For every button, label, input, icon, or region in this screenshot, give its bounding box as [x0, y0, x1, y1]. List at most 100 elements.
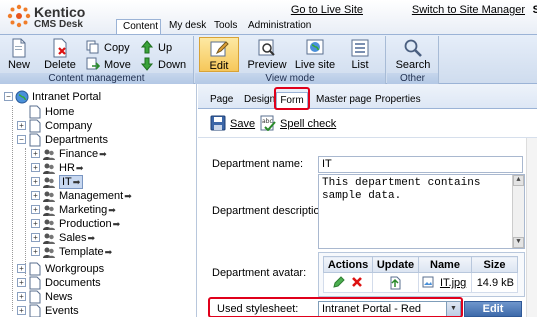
- tab-content[interactable]: Content: [116, 19, 161, 35]
- expand-icon[interactable]: +: [31, 163, 40, 172]
- logo-product: CMS Desk: [34, 19, 83, 30]
- edit-view-label: Edit: [209, 60, 229, 72]
- list-label: List: [351, 59, 369, 71]
- linked-arrow-icon: ➡: [104, 247, 113, 257]
- expand-icon[interactable]: +: [31, 219, 40, 228]
- tree-node-label: Sales➡: [59, 232, 96, 244]
- live-site-button[interactable]: Live site: [293, 37, 337, 72]
- page-icon: [29, 105, 41, 119]
- delete-label: Delete: [44, 59, 76, 71]
- copy-button[interactable]: Copy: [86, 40, 130, 56]
- edit-stylesheet-button[interactable]: Edit: [464, 301, 522, 317]
- copy-icon: [86, 40, 99, 54]
- ribbon-group-other: Search Other: [387, 36, 439, 84]
- up-label: Up: [158, 42, 173, 54]
- users-icon: [43, 205, 55, 216]
- ribbon-group-view-mode: Edit Preview Live site List View mode: [195, 36, 386, 84]
- file-name-link[interactable]: IT.jpg: [440, 277, 466, 289]
- tab-my-desk[interactable]: My desk: [163, 19, 212, 34]
- department-description-label: Department description:: [212, 205, 329, 217]
- list-button[interactable]: List: [343, 37, 377, 72]
- linked-arrow-icon: ➡: [124, 191, 132, 201]
- collapse-icon[interactable]: −: [17, 135, 26, 144]
- row-actions: [322, 272, 374, 293]
- arrow-down-icon: [140, 57, 154, 71]
- tree-node-label: Home: [45, 106, 75, 118]
- users-icon: [43, 219, 55, 230]
- edit-view-button[interactable]: Edit: [199, 37, 239, 72]
- expand-icon[interactable]: +: [31, 177, 40, 186]
- expand-icon[interactable]: +: [31, 233, 40, 242]
- search-label: Search: [395, 59, 431, 71]
- new-label: New: [7, 59, 30, 71]
- page-icon: [29, 276, 41, 290]
- down-button[interactable]: Down: [140, 57, 186, 73]
- tab-design[interactable]: Design: [244, 93, 275, 108]
- spell-check-button[interactable]: abc Spell check: [260, 115, 336, 131]
- tree-node-label: Workgroups: [45, 263, 105, 275]
- search-icon: [404, 39, 422, 57]
- delete-document-icon: [53, 38, 67, 58]
- logo-name: Kentico: [34, 4, 86, 20]
- up-button[interactable]: Up: [140, 40, 172, 56]
- upload-icon[interactable]: [388, 276, 402, 290]
- users-icon: [43, 233, 55, 244]
- scroll-up-icon[interactable]: ▲: [513, 175, 524, 186]
- edit-pencil-icon[interactable]: [333, 276, 345, 288]
- tab-tools[interactable]: Tools: [208, 19, 243, 34]
- department-description-textarea[interactable]: This department contains sample data. ▲ …: [318, 174, 525, 249]
- expand-icon[interactable]: +: [17, 306, 26, 315]
- copy-label: Copy: [104, 42, 130, 54]
- expand-icon[interactable]: +: [31, 149, 40, 158]
- image-file-icon: [422, 276, 434, 288]
- scroll-down-icon[interactable]: ▼: [513, 237, 524, 248]
- divider: [198, 137, 537, 138]
- expand-icon[interactable]: +: [31, 247, 40, 256]
- header-update: Update: [372, 256, 419, 273]
- expand-icon[interactable]: +: [31, 205, 40, 214]
- tree-node-label: Production➡: [59, 218, 121, 230]
- collapse-icon[interactable]: −: [4, 92, 13, 101]
- tree-node-label: Template➡: [59, 246, 113, 258]
- switch-to-site-manager-link[interactable]: Switch to Site Manager: [412, 4, 525, 16]
- tab-master-page[interactable]: Master page: [316, 93, 372, 108]
- svg-text:abc: abc: [262, 118, 273, 125]
- users-icon: [43, 247, 55, 258]
- spell-check-label: Spell check: [280, 118, 337, 130]
- tab-administration[interactable]: Administration: [242, 19, 317, 34]
- page-icon: [29, 304, 41, 317]
- spell-check-icon: abc: [260, 115, 276, 131]
- down-label: Down: [158, 59, 187, 71]
- user-menu-link[interactable]: S: [533, 4, 537, 16]
- content-tree: − Intranet Portal Home + Company − Depar…: [0, 84, 197, 317]
- textarea-scrollbar[interactable]: ▲ ▼: [512, 175, 524, 248]
- ribbon-toolbar: New Delete Copy Move Up Down Content man…: [0, 34, 537, 84]
- save-button[interactable]: Save: [210, 115, 255, 131]
- expand-icon[interactable]: +: [17, 121, 26, 130]
- page-icon: [29, 119, 41, 133]
- delete-button[interactable]: Delete: [42, 37, 78, 72]
- new-button[interactable]: New: [4, 37, 34, 72]
- tab-page[interactable]: Page: [210, 93, 233, 108]
- ribbon-group-label: View mode: [195, 73, 385, 84]
- tab-properties[interactable]: Properties: [375, 93, 421, 108]
- preview-button[interactable]: Preview: [247, 37, 287, 72]
- expand-icon[interactable]: +: [17, 292, 26, 301]
- go-to-live-site-link[interactable]: Go to Live Site: [291, 4, 363, 16]
- delete-x-icon[interactable]: [351, 276, 363, 288]
- ribbon-group-label: Other: [387, 73, 438, 84]
- department-avatar-label: Department avatar:: [212, 267, 307, 279]
- expand-icon[interactable]: +: [17, 278, 26, 287]
- save-label: Save: [230, 118, 256, 130]
- expand-icon[interactable]: +: [17, 264, 26, 273]
- search-button[interactable]: Search: [393, 37, 433, 72]
- expand-icon[interactable]: +: [31, 191, 40, 200]
- header-size: Size: [471, 256, 518, 273]
- save-icon: [210, 115, 226, 131]
- department-name-input[interactable]: IT: [318, 156, 523, 173]
- panel-scrollbar[interactable]: [526, 138, 537, 317]
- linked-arrow-icon: ➡: [75, 163, 84, 173]
- move-button[interactable]: Move: [86, 57, 131, 73]
- header-name: Name: [417, 256, 473, 273]
- users-icon: [43, 177, 55, 188]
